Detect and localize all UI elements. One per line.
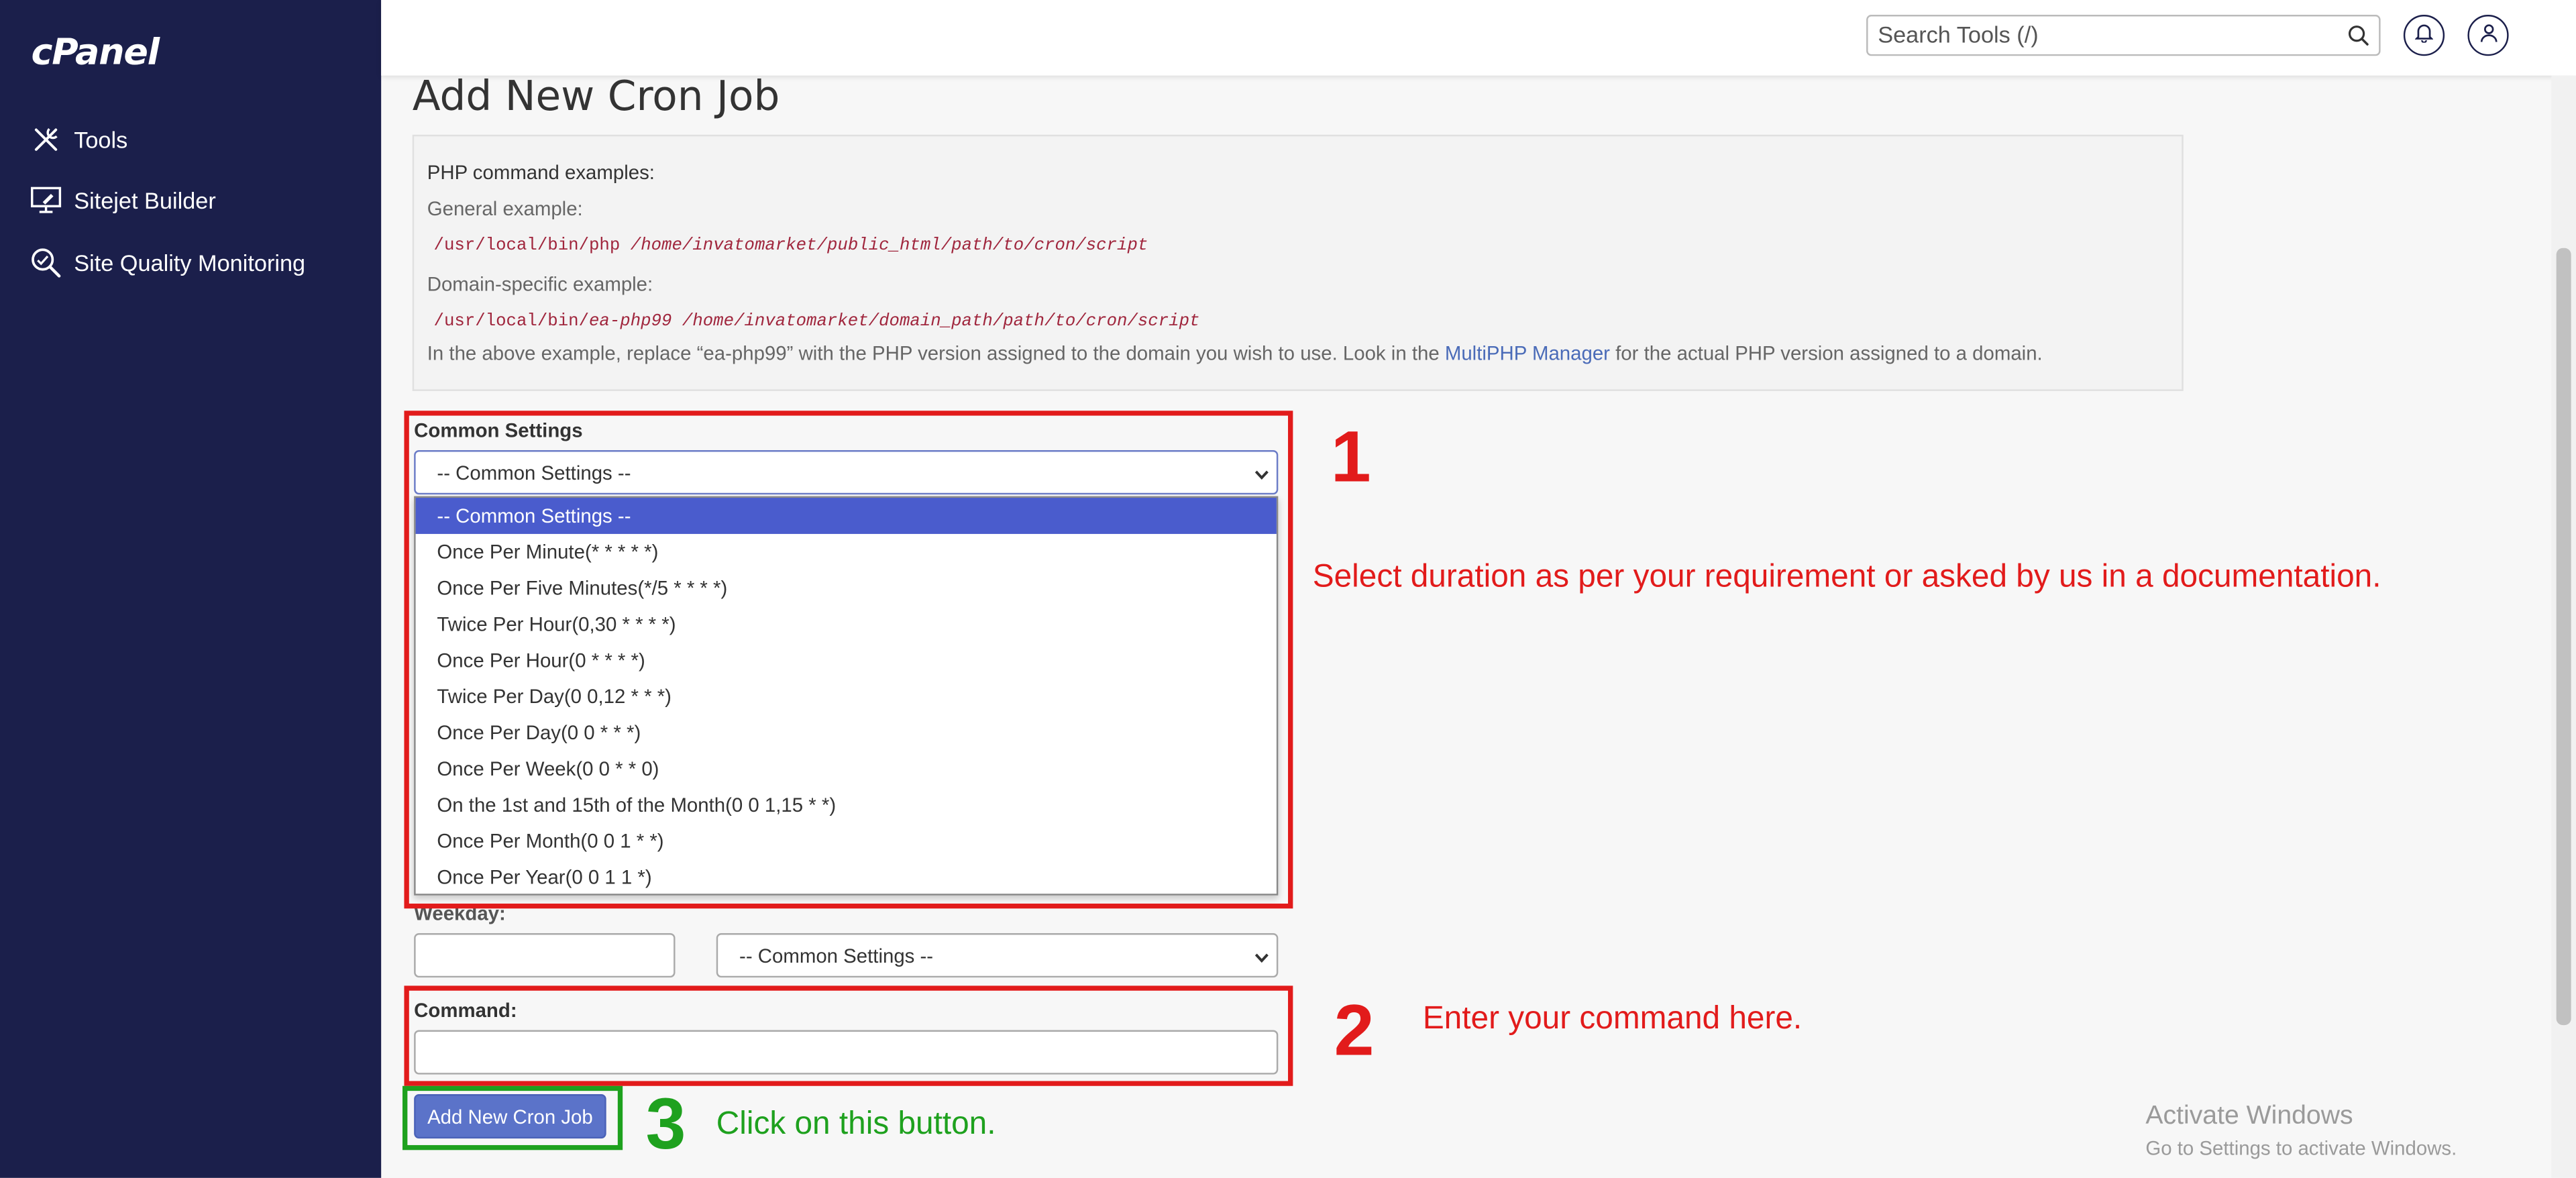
- sidebar-item-label: Tools: [74, 126, 128, 153]
- sidebar: cPanel Tools Sitejet Builder Site Qualit…: [0, 0, 382, 1178]
- select-value: -- Common Settings --: [739, 945, 934, 968]
- multiphp-manager-link[interactable]: MultiPHP Manager: [1445, 341, 1610, 364]
- activate-windows-watermark: Activate Windows Go to Settings to activ…: [2145, 1102, 2457, 1160]
- sidebar-item-label: Site Quality Monitoring: [74, 250, 306, 276]
- top-bar: [381, 0, 2576, 76]
- general-example-label: General example:: [427, 197, 583, 221]
- search-input[interactable]: [1878, 21, 2338, 48]
- annotation-step-2-text: Enter your command here.: [1422, 1000, 1803, 1037]
- chevron-down-icon: [1254, 948, 1270, 971]
- sidebar-item-tools[interactable]: Tools: [30, 118, 127, 161]
- sidebar-item-sitejet-builder[interactable]: Sitejet Builder: [30, 179, 216, 222]
- page-title: Add New Cron Job: [412, 72, 780, 120]
- general-example-command: /usr/local/bin/php /home/invatomarket/pu…: [433, 236, 1148, 257]
- sidebar-item-site-quality-monitoring[interactable]: Site Quality Monitoring: [30, 242, 305, 284]
- examples-note: In the above example, replace “ea-php99”…: [427, 341, 2043, 365]
- scrollbar-thumb[interactable]: [2556, 248, 2571, 1026]
- annotation-step-3-text: Click on this button.: [716, 1106, 996, 1142]
- domain-example-command: /usr/local/bin/ea-php99 /home/invatomark…: [433, 312, 1200, 332]
- user-icon: [2478, 21, 2498, 50]
- search-icon[interactable]: [2348, 25, 2369, 54]
- user-menu-button[interactable]: [2467, 15, 2509, 56]
- annotation-step-3-number: 3: [645, 1084, 686, 1165]
- cpanel-window: cPanel Tools Sitejet Builder Site Qualit…: [0, 0, 2576, 1178]
- annotation-box-3: [402, 1085, 623, 1150]
- page-scrollbar[interactable]: [2551, 75, 2576, 1178]
- weekday-input[interactable]: [414, 933, 676, 978]
- sidebar-item-label: Sitejet Builder: [74, 187, 216, 214]
- annotation-box-2: [404, 985, 1293, 1086]
- annotation-step-1-text: Select duration as per your requirement …: [1312, 558, 2381, 595]
- monitor-pen-icon: [30, 184, 62, 217]
- annotation-box-1: [404, 411, 1293, 909]
- annotation-step-2-number: 2: [1334, 990, 1375, 1071]
- search-box[interactable]: [1866, 15, 2381, 56]
- notifications-button[interactable]: [2403, 15, 2445, 56]
- php-examples-panel: PHP command examples: General example: /…: [412, 134, 2184, 391]
- weekday-common-settings-select[interactable]: -- Common Settings --: [716, 933, 1279, 978]
- domain-example-label: Domain-specific example:: [427, 272, 653, 296]
- bell-icon: [2414, 21, 2434, 50]
- magnifier-icon: [30, 246, 62, 279]
- examples-heading: PHP command examples:: [427, 161, 655, 184]
- annotation-step-1-number: 1: [1330, 417, 1371, 498]
- cpanel-logo[interactable]: cPanel: [32, 33, 160, 74]
- tools-icon: [30, 123, 62, 156]
